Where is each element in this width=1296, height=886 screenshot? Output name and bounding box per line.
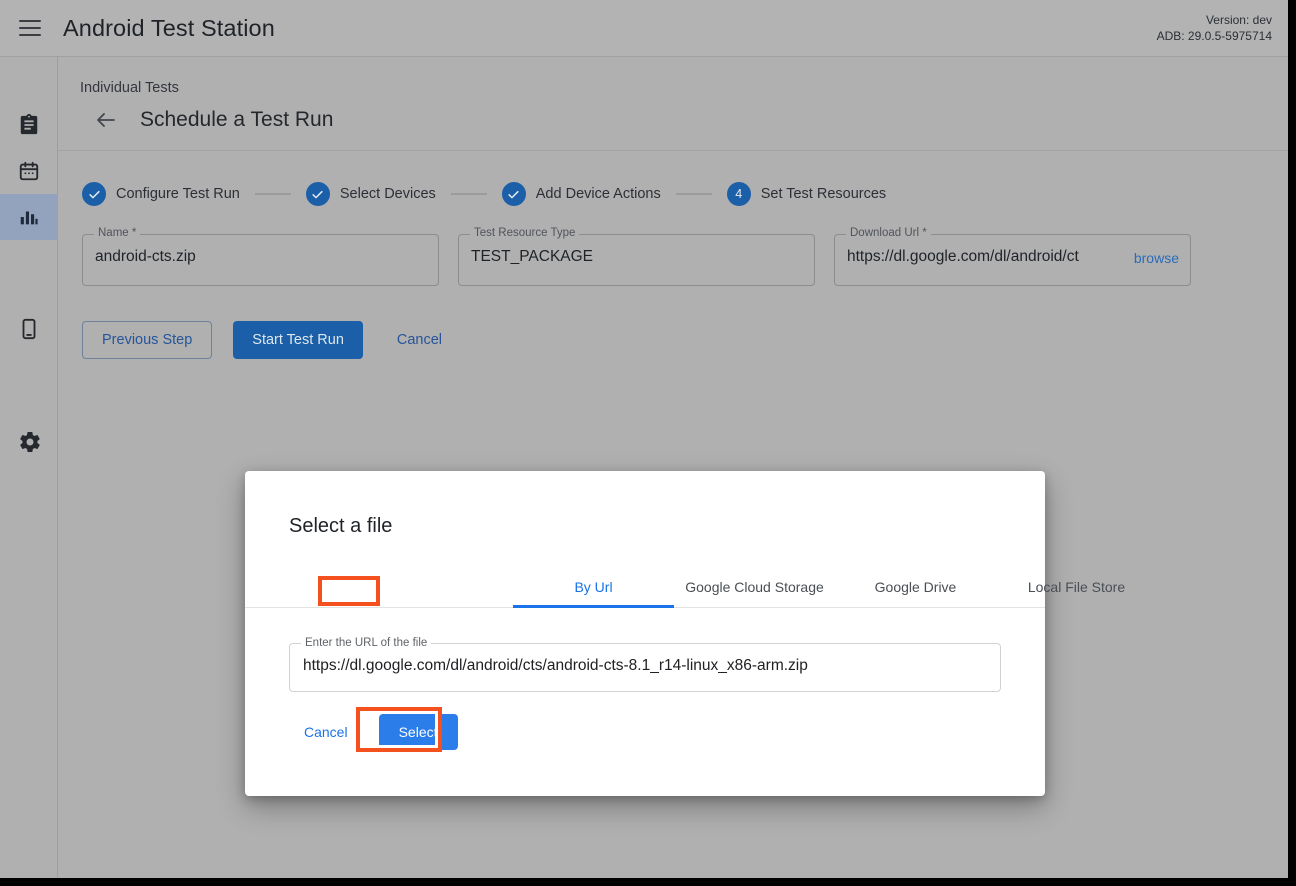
top-app-bar: Android Test Station Version: dev ADB: 2… — [0, 0, 1288, 57]
tab-local-file-store[interactable]: Local File Store — [996, 567, 1157, 607]
browse-button[interactable]: browse — [1134, 250, 1179, 266]
adb-version-text: ADB: 29.0.5-5975714 — [1157, 28, 1272, 44]
name-field-label: Name * — [94, 227, 140, 239]
step-complete-icon — [306, 182, 330, 206]
start-test-run-button[interactable]: Start Test Run — [233, 321, 363, 359]
sidebar-item-test-suites[interactable] — [0, 102, 58, 148]
download-url-field[interactable]: Download Url * https://dl.google.com/dl/… — [834, 234, 1191, 286]
dialog-url-label: Enter the URL of the file — [301, 637, 431, 649]
name-field[interactable]: Name * android-cts.zip — [82, 234, 439, 286]
breadcrumb[interactable]: Individual Tests — [80, 79, 1288, 97]
page-title: Schedule a Test Run — [140, 108, 333, 132]
previous-step-button[interactable]: Previous Step — [82, 321, 212, 359]
hamburger-menu-icon[interactable] — [19, 20, 41, 36]
app-title: Android Test Station — [63, 15, 275, 42]
step-label: Select Devices — [340, 186, 436, 202]
download-url-value: https://dl.google.com/dl/android/ct — [847, 248, 1097, 266]
stepper: Configure Test Run Select Devices Add De… — [82, 181, 1288, 207]
app-screen: Android Test Station Version: dev ADB: 2… — [0, 0, 1296, 886]
step-configure-test-run[interactable]: Configure Test Run — [82, 182, 240, 206]
step-connector — [676, 193, 712, 195]
version-info: Version: dev ADB: 29.0.5-5975714 — [1157, 12, 1272, 44]
screen-edge-bottom — [0, 878, 1296, 886]
active-tab-indicator — [513, 605, 674, 608]
dialog-select-button[interactable]: Select — [379, 714, 458, 750]
form-area: Configure Test Run Select Devices Add De… — [58, 151, 1288, 359]
sidebar-item-test-runs[interactable] — [0, 148, 58, 194]
dialog-url-field[interactable]: Enter the URL of the file https://dl.goo… — [289, 643, 1001, 692]
name-field-value: android-cts.zip — [95, 248, 196, 266]
calendar-icon — [18, 160, 40, 182]
dialog-select-wrapper: Select — [379, 714, 458, 750]
page-header: Individual Tests Schedule a Test Run — [58, 57, 1288, 151]
sidebar-item-settings[interactable] — [0, 418, 58, 464]
screen-edge-right — [1288, 0, 1296, 886]
select-file-dialog: Select a file By Url Google Cloud Storag… — [245, 471, 1045, 796]
tab-google-drive[interactable]: Google Drive — [835, 567, 996, 607]
tab-google-cloud-storage[interactable]: Google Cloud Storage — [674, 567, 835, 607]
title-row: Schedule a Test Run — [80, 108, 1288, 132]
step-label: Add Device Actions — [536, 186, 661, 202]
gear-icon — [18, 430, 40, 452]
device-phone-icon — [18, 318, 40, 340]
form-actions: Previous Step Start Test Run Cancel — [82, 321, 1288, 359]
bar-chart-icon — [18, 206, 40, 228]
dialog-cancel-button[interactable]: Cancel — [289, 715, 363, 749]
step-label: Configure Test Run — [116, 186, 240, 202]
resource-fields-row: Name * android-cts.zip Test Resource Typ… — [82, 234, 1288, 286]
sidebar-rail — [0, 57, 58, 878]
step-add-device-actions[interactable]: Add Device Actions — [502, 182, 661, 206]
dialog-url-value: https://dl.google.com/dl/android/cts/and… — [303, 657, 808, 675]
dialog-actions: Cancel Select — [289, 714, 1045, 750]
step-number: 4 — [727, 182, 751, 206]
clipboard-icon — [18, 114, 40, 136]
step-complete-icon — [82, 182, 106, 206]
tab-by-url[interactable]: By Url — [513, 567, 674, 607]
step-select-devices[interactable]: Select Devices — [306, 182, 436, 206]
back-arrow-icon[interactable] — [94, 108, 118, 132]
test-resource-type-label: Test Resource Type — [470, 227, 579, 239]
sidebar-item-devices[interactable] — [0, 306, 58, 352]
step-connector — [451, 193, 487, 195]
dialog-title: Select a file — [245, 471, 1045, 538]
step-set-test-resources[interactable]: 4 Set Test Resources — [727, 182, 886, 206]
step-label: Set Test Resources — [761, 186, 886, 202]
sidebar-item-test-results[interactable] — [0, 194, 58, 240]
download-url-label: Download Url * — [846, 227, 931, 239]
dialog-tabs: By Url Google Cloud Storage Google Drive… — [245, 567, 1045, 608]
dialog-tabs-inner: By Url Google Cloud Storage Google Drive… — [513, 567, 1157, 607]
step-connector — [255, 193, 291, 195]
cancel-button[interactable]: Cancel — [381, 321, 458, 359]
step-complete-icon — [502, 182, 526, 206]
version-text: Version: dev — [1157, 12, 1272, 28]
test-resource-type-field[interactable]: Test Resource Type TEST_PACKAGE — [458, 234, 815, 286]
test-resource-type-value: TEST_PACKAGE — [471, 248, 593, 266]
